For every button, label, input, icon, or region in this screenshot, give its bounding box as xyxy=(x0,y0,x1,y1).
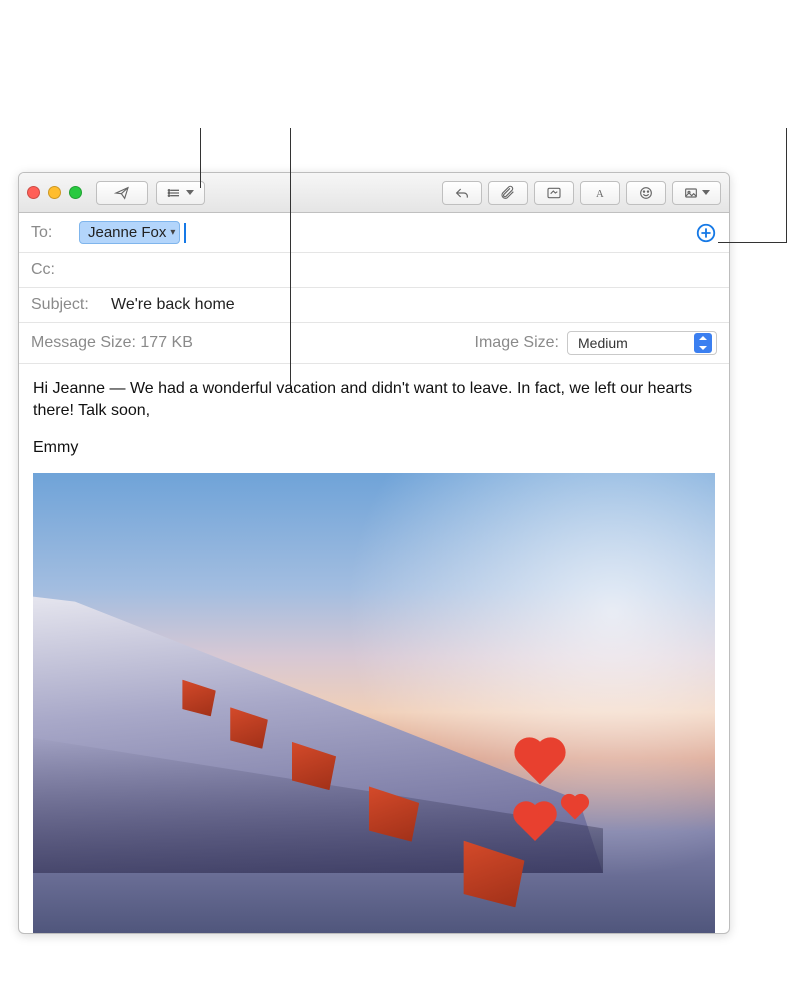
compose-window: A To: Jeanne Fox ▾ xyxy=(18,172,730,934)
chevron-down-icon xyxy=(186,190,194,195)
to-label: To: xyxy=(31,224,71,242)
subject-field-row[interactable]: Subject: xyxy=(19,288,729,323)
body-paragraph: Hi Jeanne — We had a wonderful vacation … xyxy=(33,378,715,423)
minimize-window-button[interactable] xyxy=(48,186,61,199)
photo-browser-button[interactable] xyxy=(672,181,721,205)
plus-circle-icon xyxy=(695,222,717,244)
header-fields-button[interactable] xyxy=(156,181,205,205)
cc-field-row[interactable]: Cc: xyxy=(19,253,729,288)
image-size-label: Image Size: xyxy=(475,334,559,352)
toolbar-right-group: A xyxy=(442,181,721,205)
window-titlebar: A xyxy=(19,173,729,213)
message-size-label: Message Size: xyxy=(31,334,136,351)
select-arrows-icon xyxy=(694,333,712,353)
paperclip-icon xyxy=(500,185,516,201)
subject-input[interactable] xyxy=(111,296,717,314)
recipient-pill[interactable]: Jeanne Fox ▾ xyxy=(79,221,180,244)
emoji-button[interactable] xyxy=(626,181,666,205)
message-size-value: 177 KB xyxy=(140,334,192,351)
cc-label: Cc: xyxy=(31,261,71,279)
send-button[interactable] xyxy=(96,181,148,205)
photo-airplane-wing xyxy=(33,593,603,873)
photo-browser-icon xyxy=(683,185,699,201)
format-icon: A xyxy=(592,185,608,201)
image-size-group: Image Size: Medium xyxy=(475,331,717,355)
meta-row: Message Size: 177 KB Image Size: Medium xyxy=(19,323,729,364)
image-attachment[interactable] xyxy=(33,473,715,933)
reply-icon xyxy=(454,185,470,201)
callout-line-add-contact-v xyxy=(786,128,787,243)
chevron-down-icon xyxy=(702,190,710,195)
add-contact-button[interactable] xyxy=(695,222,717,244)
markup-icon xyxy=(546,185,562,201)
callout-line-header-fields xyxy=(200,128,201,188)
attach-button[interactable] xyxy=(488,181,528,205)
to-field-row[interactable]: To: Jeanne Fox ▾ xyxy=(19,213,729,253)
subject-label: Subject: xyxy=(31,296,103,314)
close-window-button[interactable] xyxy=(27,186,40,199)
message-body[interactable]: Hi Jeanne — We had a wonderful vacation … xyxy=(19,364,729,933)
image-size-select[interactable]: Medium xyxy=(567,331,717,355)
recipient-name: Jeanne Fox xyxy=(88,224,166,241)
send-icon xyxy=(114,185,130,201)
text-cursor xyxy=(184,223,186,243)
reply-button[interactable] xyxy=(442,181,482,205)
body-signoff: Emmy xyxy=(33,437,715,459)
chevron-down-icon: ▾ xyxy=(170,227,175,238)
header-fields-icon xyxy=(167,185,183,201)
image-size-value: Medium xyxy=(578,335,628,351)
callout-line-body xyxy=(290,128,291,388)
format-button[interactable]: A xyxy=(580,181,620,205)
emoji-icon xyxy=(638,185,654,201)
zoom-window-button[interactable] xyxy=(69,186,82,199)
callout-line-add-contact-h xyxy=(718,242,786,243)
markup-button[interactable] xyxy=(534,181,574,205)
svg-text:A: A xyxy=(596,189,604,200)
message-size: Message Size: 177 KB xyxy=(31,334,193,352)
traffic-lights xyxy=(27,186,82,199)
